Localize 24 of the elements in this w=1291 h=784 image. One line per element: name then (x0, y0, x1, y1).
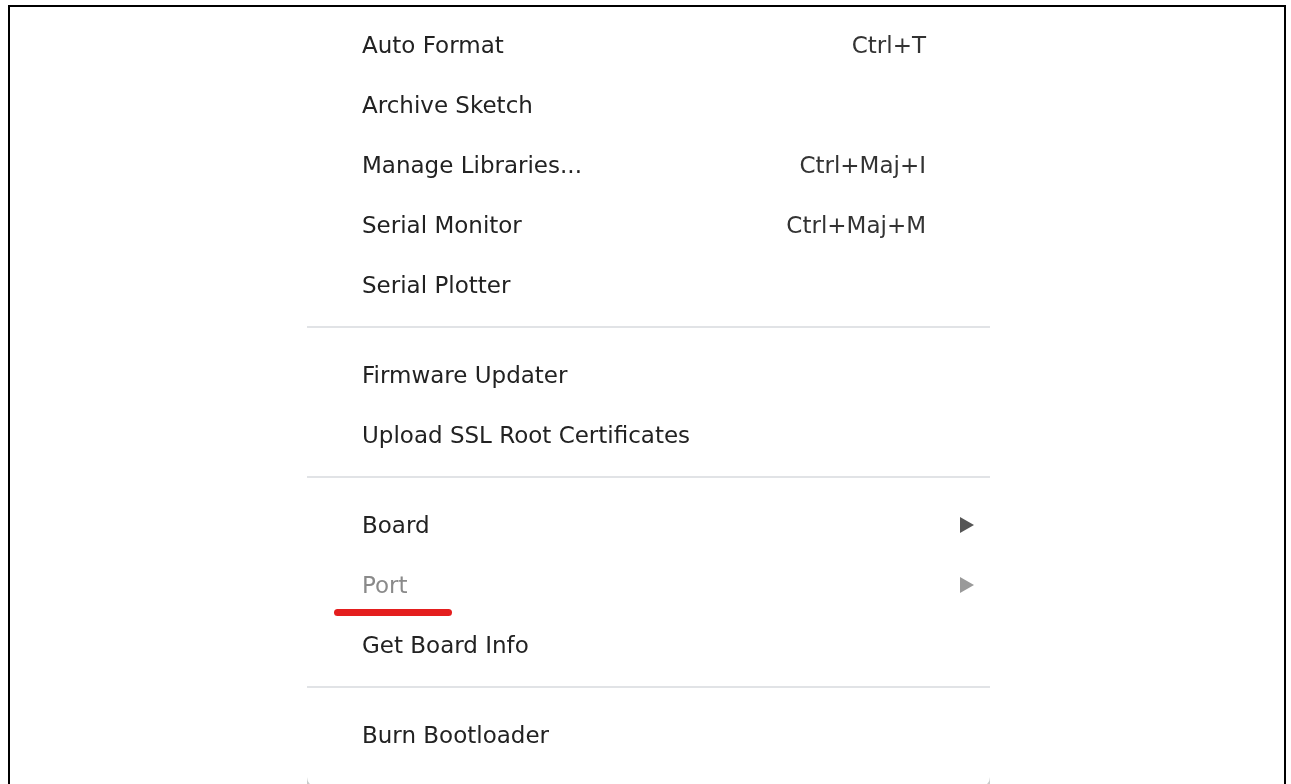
shortcut-text: Ctrl+T (851, 30, 926, 60)
menu-item[interactable]: Serial Plotter (307, 255, 990, 315)
menu-item-label: Auto Format (362, 30, 504, 60)
menu-item-label: Upload SSL Root Certificates (362, 420, 691, 450)
menu-item[interactable]: Auto Format Ctrl+T (307, 15, 990, 75)
menu-item-label: Burn Bootloader (362, 720, 549, 750)
menu-item-label: Manage Libraries... (362, 150, 582, 180)
menu-item[interactable]: Upload SSL Root Certificates (307, 405, 990, 465)
menu-item-label: Archive Sketch (362, 90, 533, 120)
menu-item[interactable]: Serial Monitor Ctrl+Maj+M (307, 195, 990, 255)
menu-item-label: Serial Monitor (362, 210, 522, 240)
menu-item-label: Port (362, 567, 408, 603)
menu-item[interactable]: Burn Bootloader (307, 705, 990, 765)
shortcut-text: Ctrl+Maj+I (799, 150, 926, 180)
menu-item-label: Firmware Updater (362, 360, 568, 390)
menu-item-label: Board (362, 510, 430, 540)
shortcut-text: Ctrl+Maj+M (786, 210, 926, 240)
menu-item-label: Get Board Info (362, 630, 529, 660)
menu-item[interactable]: Firmware Updater (307, 345, 990, 405)
menu-item[interactable]: Archive Sketch (307, 75, 990, 135)
menu-item[interactable]: Get Board Info (307, 615, 990, 675)
menu-item-label: Serial Plotter (362, 270, 511, 300)
menu-item[interactable]: Board (307, 495, 990, 555)
menu-item[interactable]: Manage Libraries... Ctrl+Maj+I (307, 135, 990, 195)
